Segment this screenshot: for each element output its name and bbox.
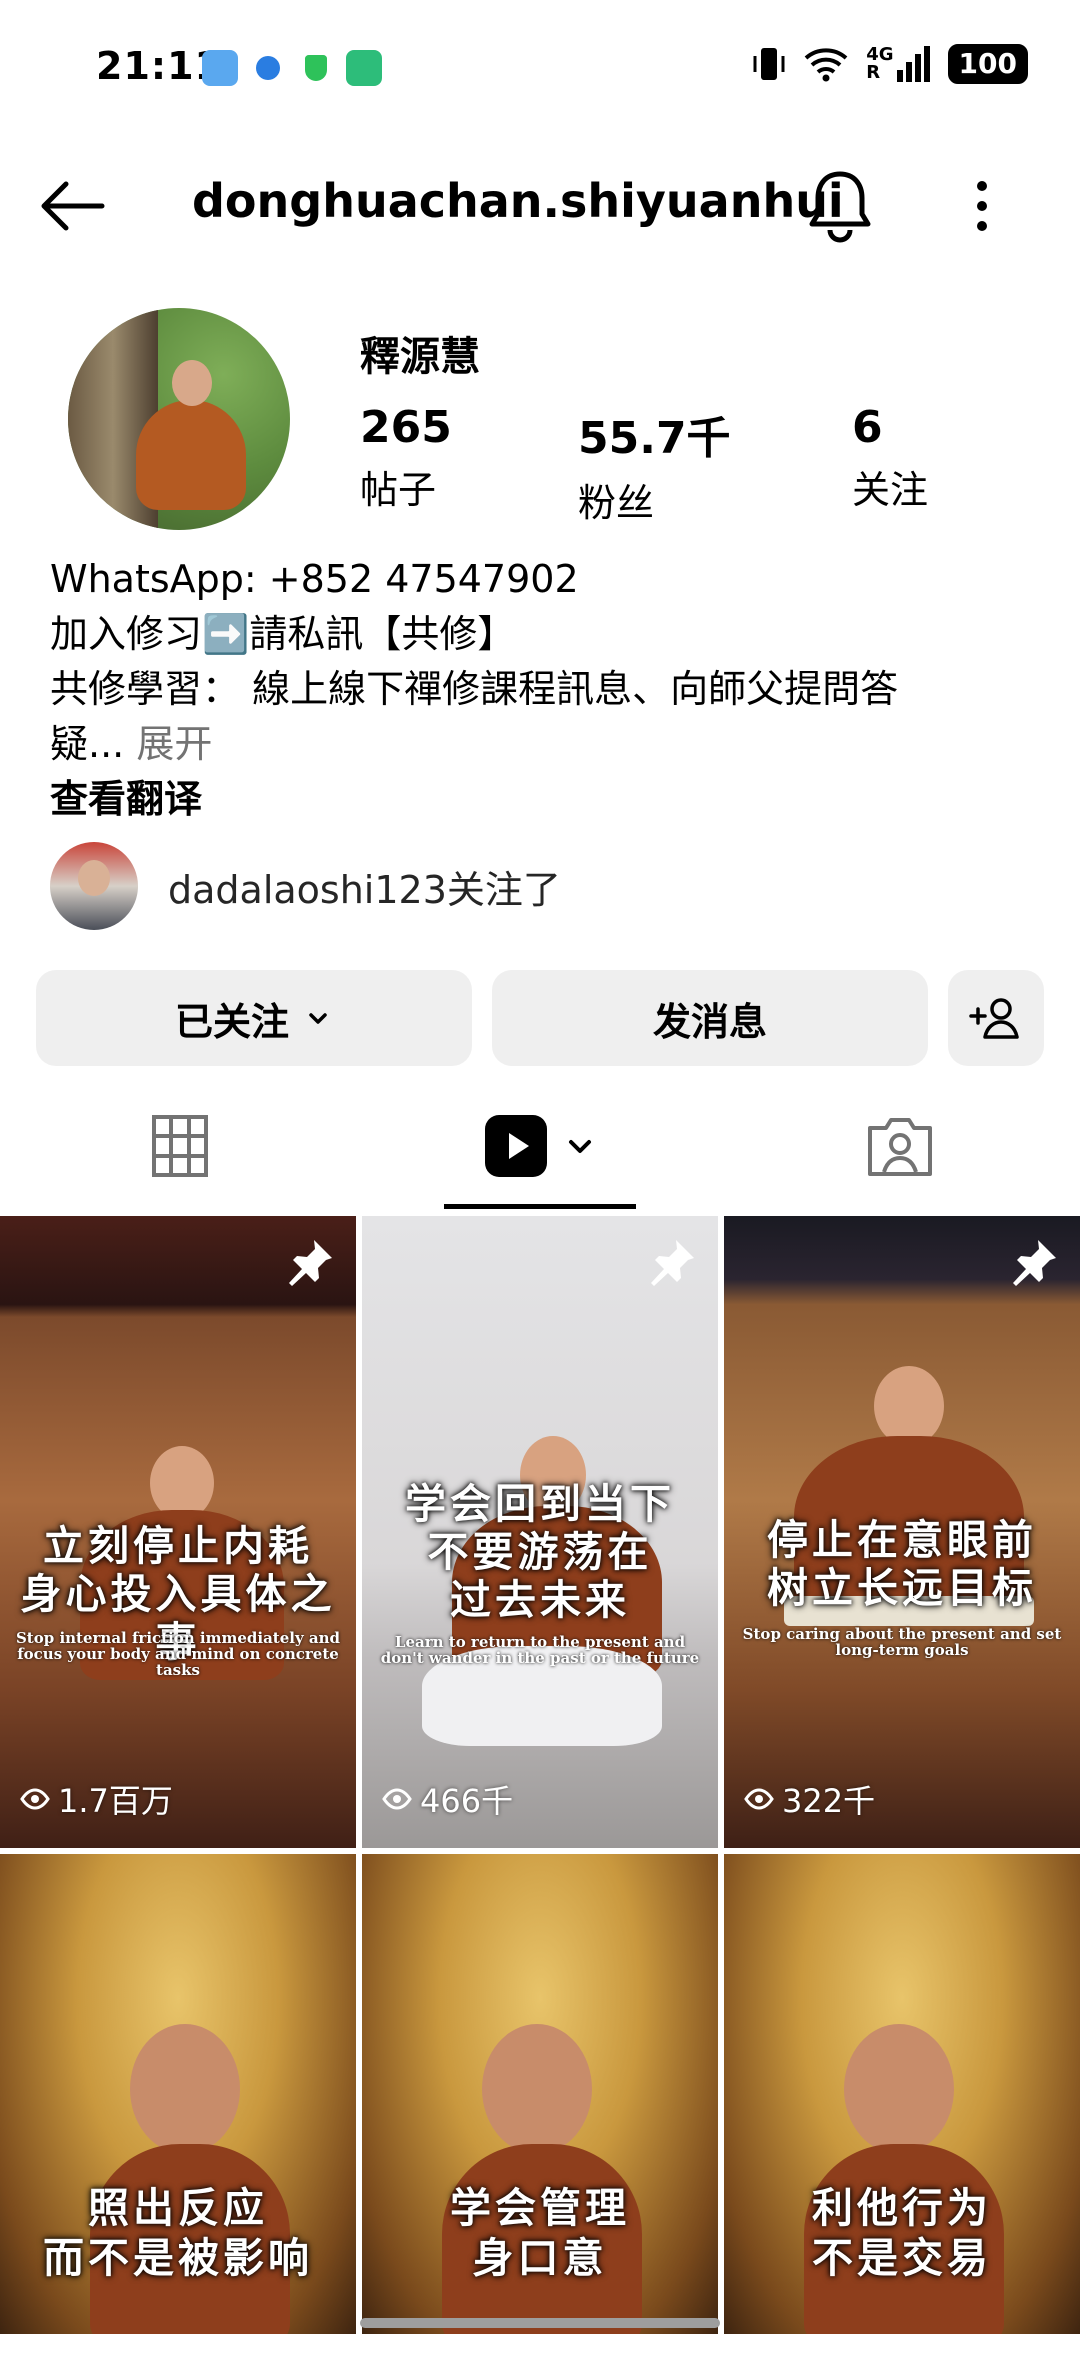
- battery-indicator: 100: [947, 44, 1028, 84]
- following-button[interactable]: 已关注: [36, 970, 472, 1066]
- view-count: 1.7百万: [20, 1776, 173, 1822]
- reel-subtitle: Stop caring about the present and set lo…: [742, 1625, 1062, 1659]
- signal-icon: 4G R: [866, 46, 930, 83]
- profile-bio: WhatsApp: +852 47547902 加入修习➡️請私訊【共修】 共修…: [50, 552, 1040, 827]
- system-icons: 4G R 100: [752, 44, 1028, 84]
- eye-icon: [382, 1788, 412, 1810]
- reel-subtitle: Learn to return to the present and don't…: [380, 1633, 700, 1667]
- bio-line: WhatsApp: +852 47547902: [50, 557, 579, 601]
- app-notification-icon: [250, 50, 286, 86]
- reel-caption: 而不是被影响: [43, 2234, 313, 2282]
- reel-caption: 过去未来: [450, 1576, 630, 1624]
- bio-line: 疑... 展开: [50, 717, 1040, 772]
- wifi-icon: [804, 48, 848, 82]
- view-count: 466千: [382, 1776, 513, 1822]
- chevron-down-icon: [309, 1013, 327, 1024]
- reel-thumbnail[interactable]: 学会管理 身口意: [362, 1854, 718, 2334]
- chevron-down-icon: [569, 1140, 591, 1153]
- mutual-followers-text: dadalaoshi123关注了: [168, 867, 561, 912]
- bell-icon[interactable]: [806, 168, 874, 244]
- pin-icon: [289, 1240, 332, 1286]
- see-translation-link[interactable]: 查看翻译: [50, 772, 1040, 827]
- display-name: 釋源慧: [360, 334, 480, 380]
- reel-thumbnail[interactable]: 立刻停止内耗 身心投入具体之事 Stop internal friction i…: [0, 1216, 356, 1848]
- battery-saver-icon: [346, 50, 382, 86]
- profile-avatar[interactable]: [68, 308, 290, 530]
- eye-icon: [20, 1788, 50, 1810]
- reel-thumbnail[interactable]: 学会回到当下 不要游荡在 过去未来 Learn to return to the…: [362, 1216, 718, 1848]
- reel-thumbnail[interactable]: 利他行为 不是交易: [724, 1854, 1080, 2334]
- more-options-icon[interactable]: [960, 176, 1004, 236]
- roaming-indicator: R: [866, 62, 881, 83]
- followers-label: 粉丝: [578, 481, 655, 525]
- reel-caption: 学会回到当下: [405, 1480, 675, 1528]
- weather-icon: [202, 50, 238, 86]
- mutual-followers[interactable]: dadalaoshi123关注了: [50, 840, 1040, 932]
- shield-icon: [298, 50, 334, 86]
- reel-caption: 立刻停止内耗: [43, 1522, 313, 1570]
- eye-icon: [744, 1788, 774, 1810]
- profile-username: donghuachan.shiyuanhui: [192, 174, 844, 228]
- active-tab-indicator: [444, 1204, 636, 1209]
- view-count-value: 1.7百万: [58, 1782, 173, 1820]
- tagged-person-icon: [868, 1118, 932, 1176]
- pin-icon: [1013, 1240, 1056, 1286]
- notification-icons: [202, 50, 382, 86]
- reel-caption: 不要游荡在: [427, 1528, 653, 1576]
- grid-icon: [152, 1115, 208, 1177]
- following-label: 关注: [852, 468, 929, 512]
- stat-followers[interactable]: 55.7千 粉丝: [578, 402, 731, 527]
- mutual-follower-avatar: [50, 842, 138, 930]
- tab-posts[interactable]: [0, 1084, 360, 1208]
- add-person-icon: [969, 998, 1019, 1039]
- posts-count: 265: [360, 402, 452, 453]
- back-arrow-icon[interactable]: [36, 176, 108, 236]
- reel-caption: 照出反应: [88, 2184, 268, 2232]
- reels-icon: [485, 1115, 547, 1177]
- reel-caption: 树立长远目标: [767, 1564, 1037, 1612]
- vibrate-icon: [753, 48, 785, 80]
- tab-tagged[interactable]: [720, 1084, 1080, 1208]
- reel-caption: 利他行为: [812, 2184, 992, 2232]
- expand-bio-link[interactable]: 展开: [136, 722, 212, 766]
- tab-reels[interactable]: [360, 1084, 720, 1208]
- stat-posts[interactable]: 265 帖子: [360, 402, 452, 514]
- bio-line: 共修學習： 線上線下禪修課程訊息、向師父提問答: [50, 667, 899, 711]
- reel-thumbnail[interactable]: 停止在意眼前 树立长远目标 Stop caring about the pres…: [724, 1216, 1080, 1848]
- message-button[interactable]: 发消息: [492, 970, 928, 1066]
- profile-tabs: [0, 1084, 1080, 1209]
- view-count-value: 466千: [420, 1782, 514, 1820]
- followers-count: 55.7千: [578, 413, 731, 464]
- view-count: 322千: [744, 1776, 875, 1822]
- bio-truncated-text: 疑...: [50, 722, 125, 766]
- status-bar: 21:11 4G R 100: [0, 0, 1080, 140]
- reel-subtitle: Stop internal friction immediately and f…: [15, 1629, 341, 1679]
- profile-header: donghuachan.shiyuanhui: [0, 160, 1080, 252]
- home-indicator[interactable]: [360, 2318, 720, 2328]
- reel-caption: 身口意: [472, 2234, 608, 2282]
- stat-following[interactable]: 6 关注: [852, 402, 928, 514]
- pin-icon: [651, 1240, 694, 1286]
- suggested-users-button[interactable]: [948, 970, 1044, 1066]
- posts-label: 帖子: [360, 468, 437, 512]
- following-label: 已关注: [174, 999, 289, 1044]
- reel-caption: 不是交易: [812, 2234, 992, 2282]
- reel-thumbnail[interactable]: 照出反应 而不是被影响: [0, 1854, 356, 2334]
- view-count-value: 322千: [782, 1782, 876, 1820]
- following-count: 6: [852, 402, 883, 453]
- bio-line: 加入修习➡️請私訊【共修】: [50, 612, 516, 656]
- reel-caption: 学会管理: [450, 2184, 630, 2232]
- reel-caption: 停止在意眼前: [767, 1516, 1037, 1564]
- message-label: 发消息: [652, 999, 767, 1044]
